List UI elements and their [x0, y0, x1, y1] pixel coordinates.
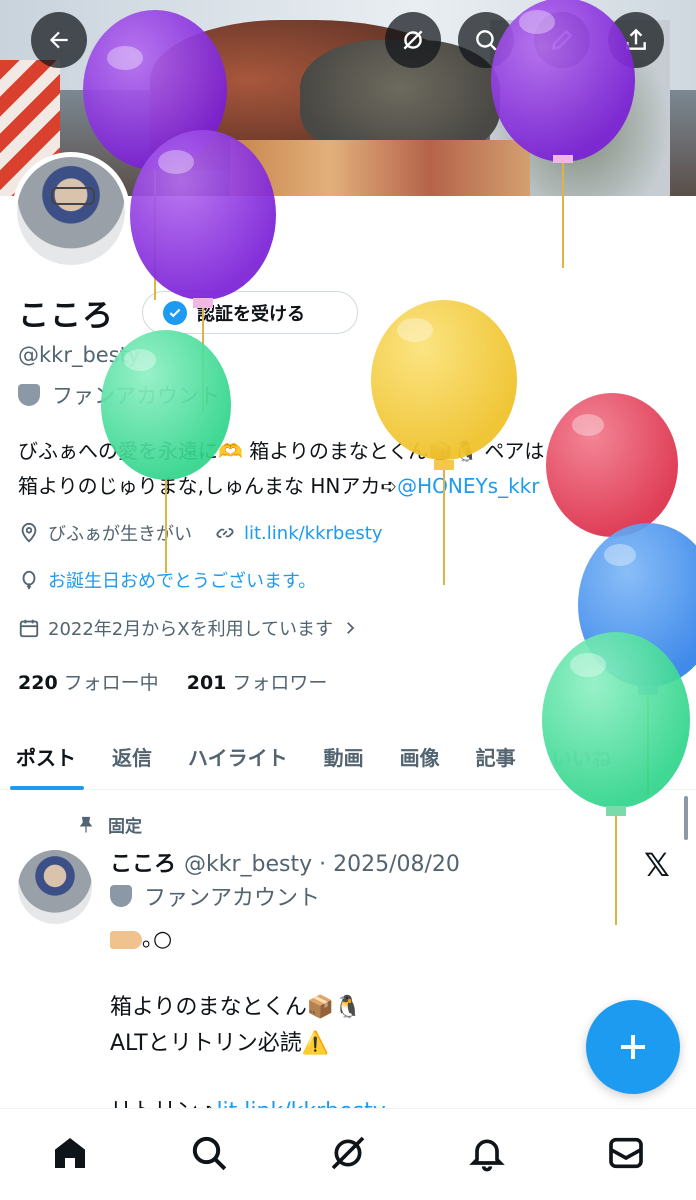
get-verified-button[interactable]: 認証を受ける — [142, 291, 358, 334]
pinned-indicator: 固定 — [76, 812, 142, 837]
fan-account-text: ファンアカウント — [52, 384, 220, 408]
grok-button[interactable] — [385, 12, 441, 68]
follow-stats: 220 フォロー中 201 フォロワー — [18, 668, 327, 695]
calendar-icon — [19, 619, 39, 638]
post-link[interactable]: lit.link/kkrbesty — [216, 1099, 385, 1108]
post-line-2: 箱よりのまなとくん📦🐧 — [110, 995, 362, 1020]
tab-highlights[interactable]: ハイライト — [170, 722, 306, 790]
grok-icon — [403, 30, 423, 50]
followers-count: 201 — [186, 672, 227, 694]
post-header: こころ @kkr_besty · 2025/08/20 — [110, 846, 460, 878]
profile-name: こころ — [18, 298, 114, 334]
bio-line-2-text: 箱よりのじゅりまな,しゅんまな HNアカ➪ — [18, 474, 398, 498]
post-line-1: ｡○ — [110, 922, 670, 958]
compose-button[interactable] — [586, 1000, 680, 1094]
share-icon — [626, 28, 646, 50]
banner-table — [230, 140, 530, 196]
tab-replies[interactable]: 返信 — [94, 722, 170, 790]
post-avatar[interactable] — [18, 850, 92, 924]
nav-messages[interactable] — [596, 1123, 656, 1183]
location-text: びふぁが生きがい — [48, 524, 192, 545]
verified-badge-icon — [163, 300, 187, 325]
grok-icon — [331, 1136, 365, 1169]
following-count: 220 — [18, 672, 58, 694]
tab-likes[interactable]: いいね — [534, 722, 630, 790]
get-verified-label: 認証を受ける — [197, 303, 305, 325]
profile-screen: こころ 認証を受ける @kkr_besty ファンアカウント びふぁへの愛を永遠… — [0, 0, 696, 1200]
following-label: フォロー中 — [63, 672, 159, 694]
search-icon — [476, 30, 497, 51]
pin-icon — [79, 816, 93, 832]
post-fan-label: ファンアカウント — [110, 880, 320, 912]
share-button[interactable] — [608, 12, 664, 68]
plus-icon — [621, 1035, 645, 1059]
search-icon — [192, 1136, 227, 1170]
arrow-left-icon — [49, 31, 68, 49]
tab-videos[interactable]: 動画 — [306, 722, 382, 790]
scrollbar[interactable] — [684, 796, 688, 840]
pinned-label: 固定 — [108, 817, 142, 837]
theater-mask-icon — [110, 885, 132, 907]
bio-mention-link[interactable]: @HONEYs_kkr — [397, 474, 539, 498]
profile-avatar[interactable] — [12, 152, 130, 270]
tag-emoji-icon — [110, 931, 142, 949]
bottom-navigation — [0, 1108, 696, 1200]
pencil-icon — [551, 29, 573, 51]
bio-line-1: びふぁへの愛を永遠に🫶 箱よりのまなとくん📦🐧 ペアは — [18, 439, 545, 463]
website-link[interactable]: lit.link/kkrbesty — [244, 523, 383, 544]
post-author[interactable]: こころ — [110, 852, 176, 877]
avatar-image — [17, 157, 125, 265]
home-icon — [54, 1137, 85, 1168]
location-pin-icon — [21, 522, 37, 543]
post-line-4: リトリン➪lit.link/kkrbesty — [110, 1094, 670, 1108]
profile-handle: @kkr_besty — [18, 343, 141, 367]
profile-tabs: ポスト 返信 ハイライト 動画 画像 記事 いいね — [0, 722, 696, 790]
nav-explore[interactable] — [179, 1123, 239, 1183]
profile-joined[interactable]: 2022年2月からXを利用しています — [18, 615, 359, 641]
tab-posts[interactable]: ポスト — [0, 722, 94, 790]
back-button[interactable] — [31, 12, 87, 68]
birthday-text: お誕生日おめでとうございます。 — [48, 571, 317, 592]
mail-icon — [609, 1137, 644, 1168]
post-meta: @kkr_besty · 2025/08/20 — [184, 852, 460, 877]
nav-notifications[interactable] — [457, 1123, 517, 1183]
chevron-right-icon — [347, 622, 355, 634]
fan-account-label: ファンアカウント — [18, 380, 220, 410]
nav-grok[interactable] — [318, 1123, 378, 1183]
nav-home[interactable] — [40, 1123, 100, 1183]
following-stat[interactable]: 220 フォロー中 — [18, 672, 159, 694]
post-line-4-prefix: リトリン➪ — [110, 1099, 216, 1108]
profile-bio: びふぁへの愛を永遠に🫶 箱よりのまなとくん📦🐧 ペアは 箱よりのじゅりまな,しゅ… — [18, 434, 688, 504]
link-icon — [216, 528, 234, 538]
profile-location: びふぁが生きがい lit.link/kkrbesty — [18, 520, 383, 546]
post-line-1-text: ｡○ — [142, 927, 173, 952]
balloon-icon — [22, 570, 36, 590]
search-button[interactable] — [458, 12, 514, 68]
x-logo-icon: 𝕏 — [644, 846, 670, 884]
bell-icon — [469, 1139, 505, 1171]
profile-birthday: お誕生日おめでとうございます。 — [18, 567, 316, 593]
tab-articles[interactable]: 記事 — [458, 722, 534, 790]
bio-line-2: 箱よりのじゅりまな,しゅんまな HNアカ➪@HONEYs_kkr — [18, 469, 688, 504]
tab-images[interactable]: 画像 — [382, 722, 458, 790]
theater-mask-icon — [18, 384, 40, 406]
followers-label: フォロワー — [232, 672, 328, 694]
post-fan-text: ファンアカウント — [144, 886, 321, 911]
edit-button[interactable] — [534, 12, 590, 68]
joined-text: 2022年2月からXを利用しています — [48, 619, 334, 640]
followers-stat[interactable]: 201 フォロワー — [187, 672, 328, 694]
